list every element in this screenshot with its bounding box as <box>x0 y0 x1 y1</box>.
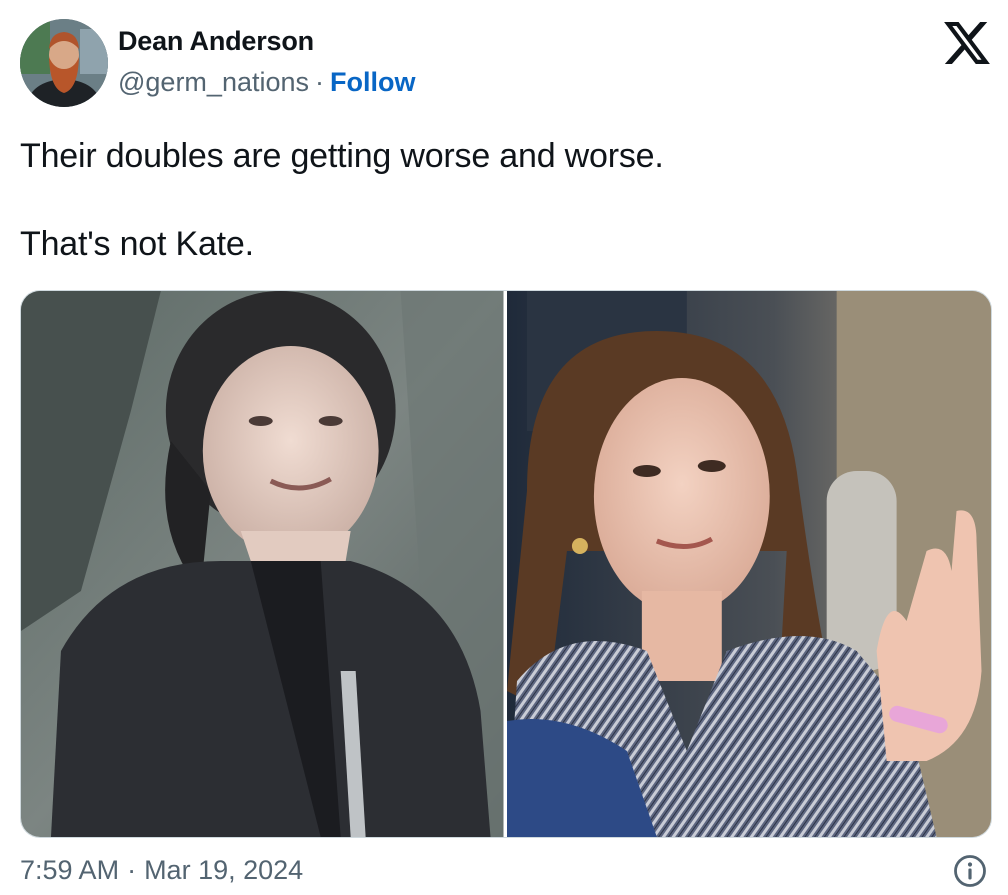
timestamp-separator: · <box>127 855 137 885</box>
author-name[interactable]: Dean Anderson <box>118 26 314 57</box>
author-avatar[interactable] <box>20 19 108 107</box>
right-photo[interactable] <box>506 291 991 837</box>
tweet-line: Their doubles are getting worse and wors… <box>20 137 664 175</box>
follow-button[interactable]: Follow <box>330 67 415 97</box>
photo-woman-tweed-coat-icon <box>506 291 991 837</box>
photo-woman-dark-jacket-icon <box>21 291 504 837</box>
tweet-time: 7:59 AM <box>20 855 120 885</box>
tweet-date: Mar 19, 2024 <box>144 855 304 885</box>
tweet-line: That's not Kate. <box>20 225 254 263</box>
tweet-timestamp[interactable]: 7:59 AM · Mar 19, 2024 <box>20 855 303 886</box>
avatar-image <box>20 19 108 107</box>
x-logo-icon[interactable] <box>944 22 990 64</box>
author-meta: @germ_nations · Follow <box>118 67 416 98</box>
info-icon[interactable] <box>953 854 987 888</box>
left-photo[interactable] <box>21 291 504 837</box>
tweet-text: Their doubles are getting worse and wors… <box>20 136 980 264</box>
meta-separator: · <box>315 67 325 97</box>
media-grid <box>20 290 992 838</box>
author-handle[interactable]: @germ_nations <box>118 67 309 97</box>
